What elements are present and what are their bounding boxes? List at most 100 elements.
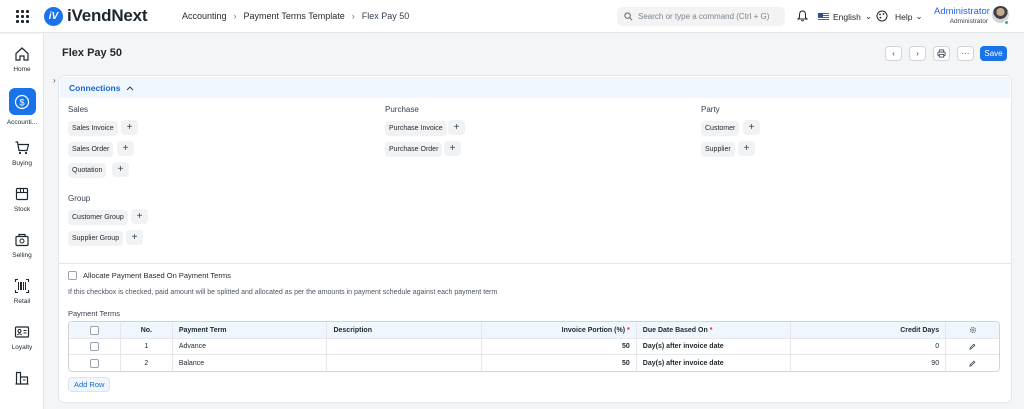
sidebar-item-label: Accounti... [6,119,38,126]
print-button[interactable] [933,46,950,61]
barcode-icon [14,278,30,294]
chevron-down-icon: ⌄ [915,11,923,21]
add-row-button[interactable]: Add Row [68,377,111,392]
sidebar-item-loyalty[interactable]: Loyalty [0,324,44,351]
row-no: 1 [121,339,173,354]
link-customer-group[interactable]: Customer Group [68,210,128,225]
chevron-right-icon: › [916,49,919,58]
link-quotation[interactable]: Quotation [68,163,107,178]
sidebar: Home $ Accounti... Buying Stock Selling … [0,34,44,409]
required-indicator: * [709,326,713,334]
breadcrumb-payment-terms-template[interactable]: Payment Terms Template [244,11,345,21]
user-name: Administrator [934,6,990,17]
sidebar-item-home[interactable]: Home [0,46,44,73]
next-doc-button[interactable]: › [909,46,926,61]
edit-pencil-icon[interactable] [969,343,976,350]
sidebar-item-selling[interactable]: Selling [0,232,44,259]
add-purchase-invoice-button[interactable]: + [448,120,465,135]
table-row[interactable]: 2 Balance 50 Day(s) after invoice date 9… [69,355,999,371]
help-label: Help [895,11,913,22]
table-row[interactable]: 1 Advance 50 Day(s) after invoice date 0 [69,339,999,355]
app-logo[interactable]: iV iVendNext [44,6,148,26]
cart-icon [15,141,30,155]
add-supplier-button[interactable]: + [738,141,755,156]
app-grid-icon[interactable] [16,10,29,23]
add-customer-button[interactable]: + [743,120,760,135]
column-settings-cell [946,322,999,338]
sidebar-item-stock[interactable]: Stock [0,186,44,213]
column-header-payment-term: Payment Term [173,322,328,338]
sidebar-item-label: Stock [13,206,31,213]
sidebar-item-more[interactable] [0,370,44,390]
language-selector[interactable]: English ⌄ [818,11,872,22]
add-supplier-group-button[interactable]: + [126,230,143,245]
save-button[interactable]: Save [980,46,1007,61]
allocate-checkbox[interactable] [68,271,77,280]
cell-credit-days[interactable]: 0 [791,339,947,354]
cell-invoice-portion[interactable]: 50 [482,339,637,354]
id-card-icon [14,326,30,338]
link-customer[interactable]: Customer [701,121,740,136]
row-checkbox[interactable] [89,358,99,368]
link-sales-invoice[interactable]: Sales Invoice [68,121,118,136]
sidebar-item-retail[interactable]: Retail [0,278,44,305]
cell-invoice-portion[interactable]: 50 [482,355,637,371]
cell-due-date-based-on[interactable]: Day(s) after invoice date [637,339,792,354]
link-supplier-group[interactable]: Supplier Group [68,231,124,246]
edit-pencil-icon[interactable] [969,360,976,367]
home-icon [15,47,29,61]
add-sales-order-button[interactable]: + [117,141,134,156]
chevron-up-icon [127,85,134,90]
help-menu[interactable]: Help ⌄ [895,11,923,22]
breadcrumb-accounting[interactable]: Accounting [182,11,227,21]
sidebar-item-buying[interactable]: Buying [0,140,44,167]
table-header-row: No. Payment Term Description Invoice Por… [69,322,999,339]
previous-doc-button[interactable]: ‹ [885,46,902,61]
user-role: Administrator [949,18,988,25]
required-indicator: * [627,326,630,334]
cell-payment-term[interactable]: Balance [173,355,328,371]
connections-title: Connections [69,82,121,93]
link-sales-order[interactable]: Sales Order [68,142,114,157]
settings-gear-icon[interactable] [969,326,977,334]
sidebar-toggle-icon[interactable]: › [53,76,56,85]
top-navbar: iV iVendNext Accounting › Payment Terms … [0,0,1024,33]
cell-payment-term[interactable]: Advance [173,339,328,354]
connections-group-purchase: Purchase [385,105,419,114]
sidebar-item-label: Retail [13,298,31,305]
add-quotation-button[interactable]: + [112,162,129,177]
section-divider [59,263,1011,264]
payment-terms-label: Payment Terms [68,309,120,318]
column-header-invoice-portion: Invoice Portion (%) * [482,322,637,338]
cell-description[interactable] [327,339,483,354]
notification-bell-icon[interactable] [797,10,808,22]
search-input[interactable] [638,12,778,21]
row-edit-cell [946,339,999,354]
column-header-label: Invoice Portion (%) [561,326,626,334]
user-menu[interactable]: Administrator Administrator [934,6,990,25]
chevron-right-icon: › [351,11,355,21]
link-purchase-invoice[interactable]: Purchase Invoice [385,121,447,136]
add-customer-group-button[interactable]: + [131,209,148,224]
link-supplier[interactable]: Supplier [701,142,735,157]
add-purchase-order-button[interactable]: + [444,141,461,156]
cell-due-date-based-on[interactable]: Day(s) after invoice date [637,355,792,371]
cell-description[interactable] [327,355,483,371]
search-bar[interactable] [617,7,785,26]
more-actions-button[interactable]: ··· [957,46,974,61]
connections-section-header[interactable]: Connections [60,77,1010,98]
select-all-checkbox[interactable] [89,325,99,335]
breadcrumb-current[interactable]: Flex Pay 50 [362,11,410,21]
dollar-icon: $ [14,94,30,109]
column-header-credit-days: Credit Days [791,322,947,338]
palette-icon[interactable] [876,10,888,22]
cell-credit-days[interactable]: 90 [791,355,947,371]
row-checkbox[interactable] [89,342,99,351]
add-sales-invoice-button[interactable]: + [121,120,138,135]
language-label: English [833,11,861,22]
building-icon [15,371,29,385]
sidebar-item-accounting[interactable]: $ Accounti... [0,88,44,126]
column-header-no: No. [121,322,173,338]
link-purchase-order[interactable]: Purchase Order [385,142,443,157]
select-all-cell [69,322,121,338]
